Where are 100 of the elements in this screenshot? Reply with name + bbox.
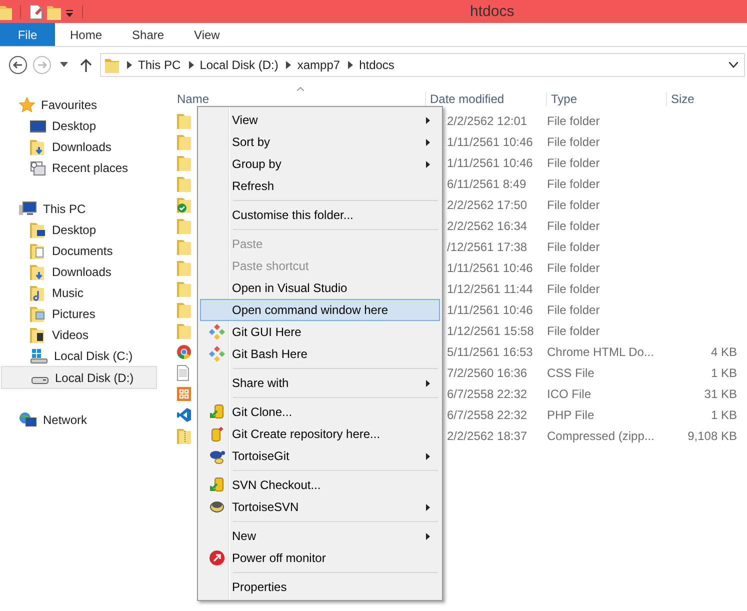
chevron-icon[interactable]	[127, 61, 132, 69]
menu-item[interactable]: Properties	[200, 576, 440, 598]
menu-item[interactable]: Sort by	[200, 131, 440, 153]
menu-item[interactable]: Git Create repository here...	[200, 423, 440, 445]
type-cell-text: File folder	[547, 302, 601, 316]
breadcrumb[interactable]: htdocs	[359, 58, 394, 72]
date-cell-text: 6/7/2558 22:32	[446, 386, 528, 400]
date-cell-text: 5/11/2561 16:53	[446, 344, 534, 358]
date-cell-text: 7/2/2560 16:36	[446, 366, 528, 380]
menu-item[interactable]: Git GUI Here	[200, 321, 440, 343]
date-cell-text: 6/7/2558 22:32	[446, 408, 528, 422]
submenu-arrow-icon	[426, 380, 430, 387]
folder-icon	[177, 112, 191, 128]
up-arrow-icon[interactable]	[80, 58, 92, 72]
ribbon-tab[interactable]: View	[179, 23, 235, 46]
menu-item[interactable]: Open command window here	[200, 299, 440, 321]
menu-item[interactable]: Git Bash Here	[200, 343, 440, 365]
size-cell: 1 KB	[710, 366, 737, 380]
recent-locations-icon[interactable]	[60, 62, 68, 68]
dropdown-icon[interactable]	[729, 62, 738, 68]
nav-item[interactable]: Videos	[0, 324, 160, 345]
nav-item[interactable]: Downloads	[0, 136, 160, 157]
turtle-icon	[208, 499, 224, 515]
menu-item[interactable]: TortoiseGit	[200, 445, 440, 467]
ribbon-tab[interactable]: File	[0, 23, 55, 46]
address-bar[interactable]: This PC Local Disk (D:) xampp7 htdocs	[100, 53, 745, 77]
size-cell: 1 KB	[710, 408, 737, 422]
breadcrumb[interactable]: This PC	[138, 58, 181, 72]
nav-item[interactable]: Music	[0, 282, 160, 303]
date-cell-text: 6/11/2561 8:49	[446, 176, 528, 190]
nav-item[interactable]: Desktop	[0, 115, 160, 136]
folder-icon	[177, 322, 191, 338]
menu-item[interactable]: Power off monitor	[200, 547, 440, 569]
type-cell-text: File folder	[547, 260, 601, 274]
folder-icon	[177, 260, 191, 276]
code-editor-icon	[177, 408, 191, 422]
column-header[interactable]: Size	[666, 92, 736, 106]
power-icon	[208, 550, 224, 566]
drive-icon	[31, 377, 49, 384]
date-cell-text: 2/2/2562 12:01	[446, 114, 528, 128]
back-icon[interactable]	[8, 55, 28, 75]
nav-item[interactable]: Favourites	[0, 94, 160, 115]
type-cell-text: PHP File	[547, 408, 596, 422]
folder-icon	[105, 57, 119, 73]
menu-item[interactable]: Customise this folder...	[200, 204, 440, 226]
folder-icon	[177, 176, 191, 192]
type-cell-text: CSS File	[547, 366, 596, 380]
nav-item[interactable]: Local Disk (C:)	[0, 345, 160, 366]
chevron-icon[interactable]	[286, 61, 292, 69]
menu-item[interactable]: Open in Visual Studio	[200, 277, 440, 299]
nav-item[interactable]: Pictures	[0, 303, 160, 324]
date-cell-text: 1/11/2561 10:46	[446, 260, 534, 274]
menu-item[interactable]: New	[200, 525, 440, 547]
date-cell-text: 1/12/2561 15:58	[446, 324, 535, 338]
nav-item[interactable]: Downloads	[0, 261, 160, 282]
type-cell-text: File folder	[547, 240, 601, 254]
windows-drive-icon	[30, 348, 48, 364]
breadcrumb[interactable]: xampp7	[297, 58, 340, 72]
ribbon-tab[interactable]: Share	[117, 23, 180, 46]
menu-item[interactable]: View	[200, 109, 440, 131]
document-icon[interactable]	[29, 4, 43, 20]
submenu-arrow-icon	[426, 453, 430, 460]
nav-item[interactable]: Recent places	[0, 157, 160, 178]
date-cell-text: 2/2/2562 16:34	[446, 218, 528, 232]
chevron-icon[interactable]	[348, 61, 354, 69]
sort-ascending-icon	[297, 87, 304, 91]
folder-icon	[177, 238, 191, 254]
computer-icon	[19, 200, 37, 216]
menu-item[interactable]: Git Clone...	[200, 401, 440, 423]
zip-folder-icon	[177, 428, 191, 444]
folder-icon	[30, 242, 46, 258]
date-cell-text: /12/2561 17:38	[446, 240, 528, 254]
folder-icon	[30, 264, 46, 280]
column-header[interactable]: Type	[546, 92, 666, 106]
nav-item[interactable]: Documents	[0, 240, 160, 261]
folder-icon	[30, 222, 46, 238]
type-cell-text: File folder	[547, 198, 601, 212]
type-cell-text: ICO File	[547, 386, 592, 400]
app-logo-icon	[177, 386, 191, 400]
repository-icon	[210, 426, 224, 442]
type-cell-text: File folder	[547, 282, 601, 296]
nav-item[interactable]: Desktop	[0, 219, 160, 240]
menu-item[interactable]: Group by	[200, 153, 440, 175]
nav-item[interactable]: Network	[0, 409, 160, 430]
type-cell-text: Chrome HTML Do...	[547, 344, 655, 358]
menu-item[interactable]: Refresh	[200, 175, 440, 197]
chevron-icon[interactable]	[188, 61, 194, 69]
ribbon-tab[interactable]: Home	[55, 23, 118, 46]
folder-icon	[177, 134, 191, 150]
nav-item[interactable]: Local Disk (D:)	[1, 366, 157, 389]
type-cell-text: Compressed (zipp...	[547, 428, 656, 442]
type-cell-text: File folder	[547, 324, 601, 338]
menu-item[interactable]: TortoiseSVN	[200, 496, 440, 518]
breadcrumb[interactable]: Local Disk (D:)	[200, 58, 278, 72]
menu-item[interactable]: SVN Checkout...	[200, 474, 440, 496]
menu-item[interactable]: Share with	[200, 372, 440, 394]
submenu-arrow-icon	[426, 139, 430, 146]
clone-arrow-icon	[208, 477, 224, 493]
date-cell-text: 2/2/2562 17:50	[446, 198, 528, 212]
nav-item[interactable]: This PC	[0, 198, 160, 219]
